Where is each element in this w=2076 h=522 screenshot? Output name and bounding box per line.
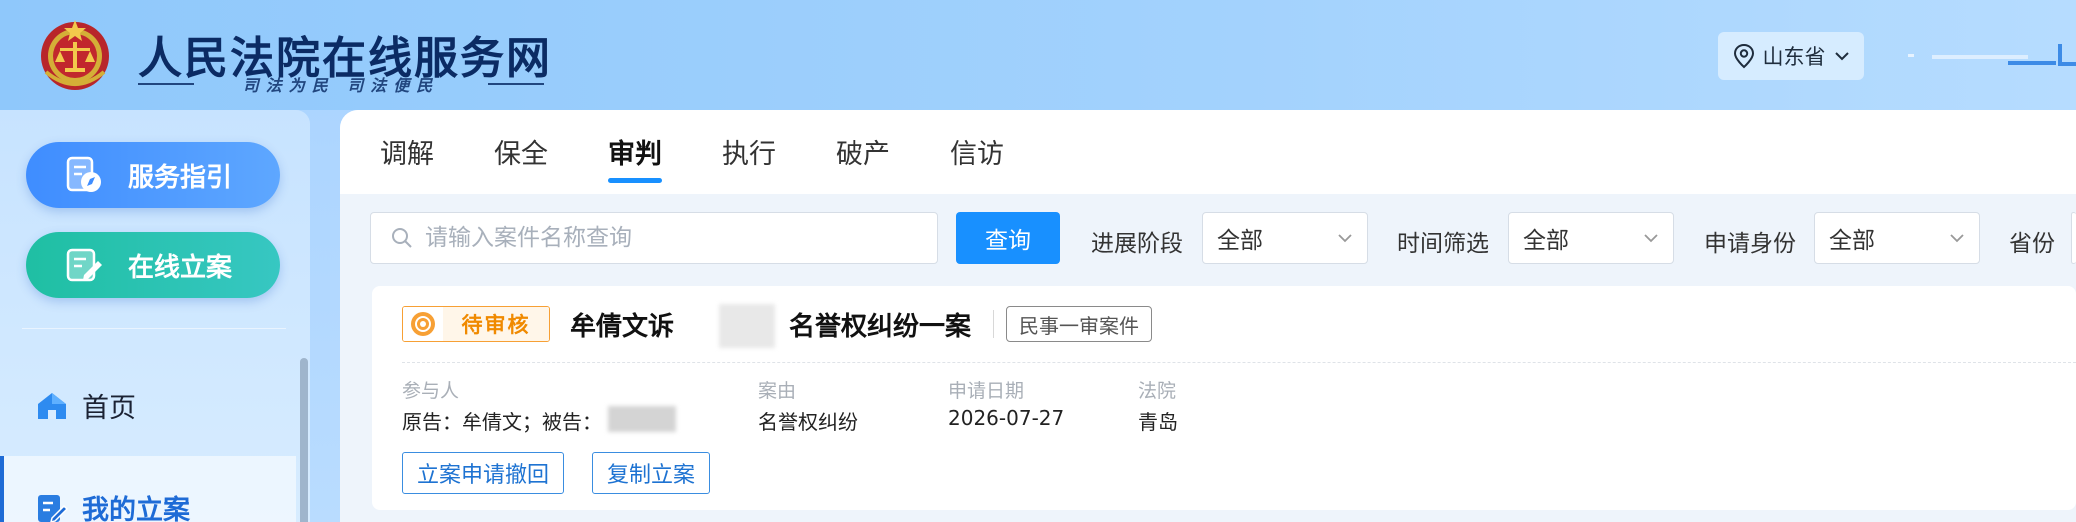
participants-label: 参与人 [402,380,460,402]
tab-trial[interactable]: 审判 [608,132,662,171]
chevron-down-icon [1644,234,1658,243]
participants-value: 原告：牟倩文；被告： [402,410,602,434]
chevron-down-icon [1834,52,1849,61]
region-label: 山东省 [1762,45,1826,69]
case-search-field[interactable] [370,212,938,264]
identity-filter-label: 申请身份 [1704,231,1796,257]
sidebar-item-label: 首页 [82,393,136,424]
province-filter-select[interactable] [2071,212,2076,264]
identity-filter-value: 全部 [1829,228,1875,254]
time-filter-select[interactable]: 全部 [1508,212,1674,264]
active-tab-underline [608,178,662,183]
tab-preservation[interactable]: 保全 [494,132,548,171]
cause-value: 名誉权纠纷 [758,410,858,434]
slogan-line-left [138,83,194,85]
guide-doc-icon [66,156,101,192]
online-filing-label: 在线立案 [128,252,233,283]
status-badge: 待审核 [402,306,550,342]
stage-filter-value: 全部 [1217,228,1263,254]
time-filter-label: 时间筛选 [1397,231,1489,257]
site-slogan: 司法为民 司法便民 [138,74,544,95]
search-icon [392,228,412,248]
case-card[interactable]: 待审核 牟倩文诉 名誉权纠纷一案 民事一审案件 参与人 原告：牟倩文；被告： 案… [372,286,2076,510]
sidebar-item-label: 我的立案 [82,495,190,522]
apply-date-label: 申请日期 [948,380,1025,402]
court-emblem-icon [41,20,109,90]
home-icon [38,392,66,419]
service-guide-label: 服务指引 [128,162,233,193]
case-title-part1[interactable]: 牟倩文诉 [570,306,674,343]
tab-bankruptcy[interactable]: 破产 [836,132,890,171]
pending-clock-icon [403,307,443,341]
top-header: 人民法院在线服务网 司法为民 司法便民 山东省 [0,0,2076,110]
title-divider [993,310,994,338]
query-button[interactable]: 查询 [956,212,1060,264]
identity-filter-select[interactable]: 全部 [1814,212,1980,264]
stage-filter-select[interactable]: 全部 [1202,212,1368,264]
my-filings-icon [38,494,68,522]
tab-mediation[interactable]: 调解 [380,132,434,171]
stage-filter-label: 进展阶段 [1091,231,1183,257]
service-guide-button[interactable]: 服务指引 [26,142,280,208]
apply-date-value: 2026-07-27 [948,406,1065,430]
redacted-defendant-value [608,406,676,432]
case-title-part2[interactable]: 名誉权纠纷一案 [789,306,971,343]
location-pin-icon [1733,43,1754,69]
sidebar-item-my-filings[interactable]: 我的立案 [36,488,190,522]
court-value: 青岛 [1138,410,1178,434]
chevron-down-icon [1950,234,1964,243]
case-type-badge: 民事一审案件 [1006,306,1152,342]
status-text: 待审核 [443,307,549,341]
slogan-line-right [488,83,544,85]
sidebar-divider [22,328,286,329]
chevron-down-icon [1338,234,1352,243]
case-search-input[interactable] [425,225,925,251]
user-area-redacted [1908,44,2076,66]
active-nav-indicator [0,456,4,522]
copy-filing-button[interactable]: 复制立案 [592,452,711,494]
redacted-defendant-name [719,304,775,348]
court-label: 法院 [1138,380,1177,402]
sidebar: 服务指引 在线立案 首页 我的立案 [0,110,310,522]
tab-enforcement[interactable]: 执行 [722,132,776,171]
region-selector[interactable]: 山东省 [1718,32,1864,80]
sidebar-scrollbar[interactable] [300,358,308,522]
province-filter-label: 省份 [2009,231,2055,257]
filing-edit-icon [66,248,102,282]
withdraw-filing-button[interactable]: 立案申请撤回 [402,452,565,494]
main-panel: 调解 保全 审判 执行 破产 信访 查询 进展阶段 全部 时间筛选 全部 申请身… [340,110,2076,522]
cause-label: 案由 [758,380,797,402]
case-category-tabs: 调解 保全 审判 执行 破产 信访 [340,110,2076,194]
tab-petition[interactable]: 信访 [950,132,1004,171]
time-filter-value: 全部 [1523,228,1569,254]
slogan-text: 司法为民 司法便民 [242,76,440,95]
online-filing-button[interactable]: 在线立案 [26,232,280,298]
sidebar-item-home[interactable]: 首页 [36,386,136,425]
card-divider [402,362,2076,363]
